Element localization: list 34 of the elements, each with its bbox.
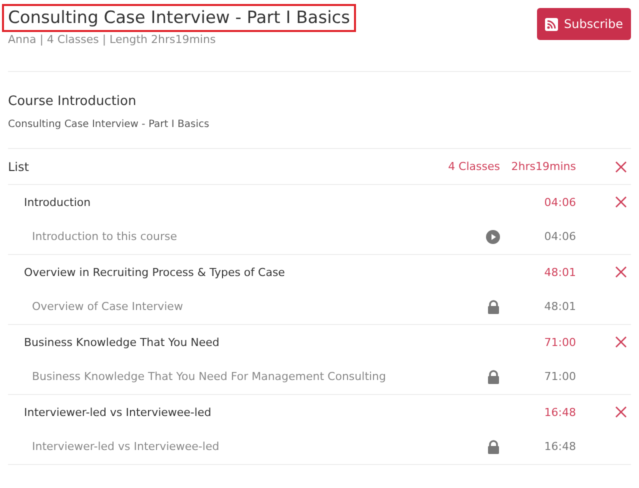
course-meta: Anna | 4 Classes | Length 2hrs19mins — [8, 33, 217, 46]
section-duration: 04:06 — [543, 196, 576, 208]
lesson-duration: 71:00 — [543, 370, 576, 383]
lock-icon — [487, 300, 500, 314]
class-count: 4 Classes — [447, 160, 500, 173]
lock-icon — [487, 440, 500, 454]
close-icon[interactable] — [615, 406, 627, 418]
total-length: 2hrs19mins — [510, 160, 576, 173]
lesson-duration: 04:06 — [543, 230, 576, 243]
close-icon[interactable] — [615, 160, 627, 172]
close-icon[interactable] — [615, 196, 627, 208]
section-title[interactable]: Introduction — [24, 196, 500, 208]
lesson-duration: 16:48 — [543, 440, 576, 453]
list-label: List — [8, 160, 30, 174]
lesson-duration: 48:01 — [543, 300, 576, 313]
section-title[interactable]: Business Knowledge That You Need — [24, 336, 500, 348]
intro-text: Consulting Case Interview - Part I Basics — [8, 119, 210, 130]
lock-icon — [487, 370, 500, 384]
lesson-title[interactable]: Business Knowledge That You Need For Management Consulting — [32, 370, 410, 383]
section-duration: 16:48 — [543, 406, 576, 418]
lesson-title[interactable]: Introduction to this course — [32, 230, 410, 243]
subscribe-button[interactable]: Subscribe — [537, 8, 631, 40]
course-title: Consulting Case Interview - Part I Basics — [2, 4, 356, 32]
lesson-title[interactable]: Overview of Case Interview — [32, 300, 410, 313]
section-duration: 48:01 — [543, 266, 576, 278]
lesson-title[interactable]: Interviewer-led vs Interviewee-led — [32, 440, 410, 453]
close-icon[interactable] — [615, 336, 627, 348]
section-title[interactable]: Interviewer-led vs Interviewee-led — [24, 406, 500, 418]
section-duration: 71:00 — [543, 336, 576, 348]
play-icon — [486, 230, 500, 244]
close-icon[interactable] — [615, 266, 627, 278]
section-title[interactable]: Overview in Recruiting Process & Types of Case — [24, 266, 500, 278]
section-heading: Course Introduction — [8, 94, 138, 109]
rss-icon — [545, 18, 558, 30]
